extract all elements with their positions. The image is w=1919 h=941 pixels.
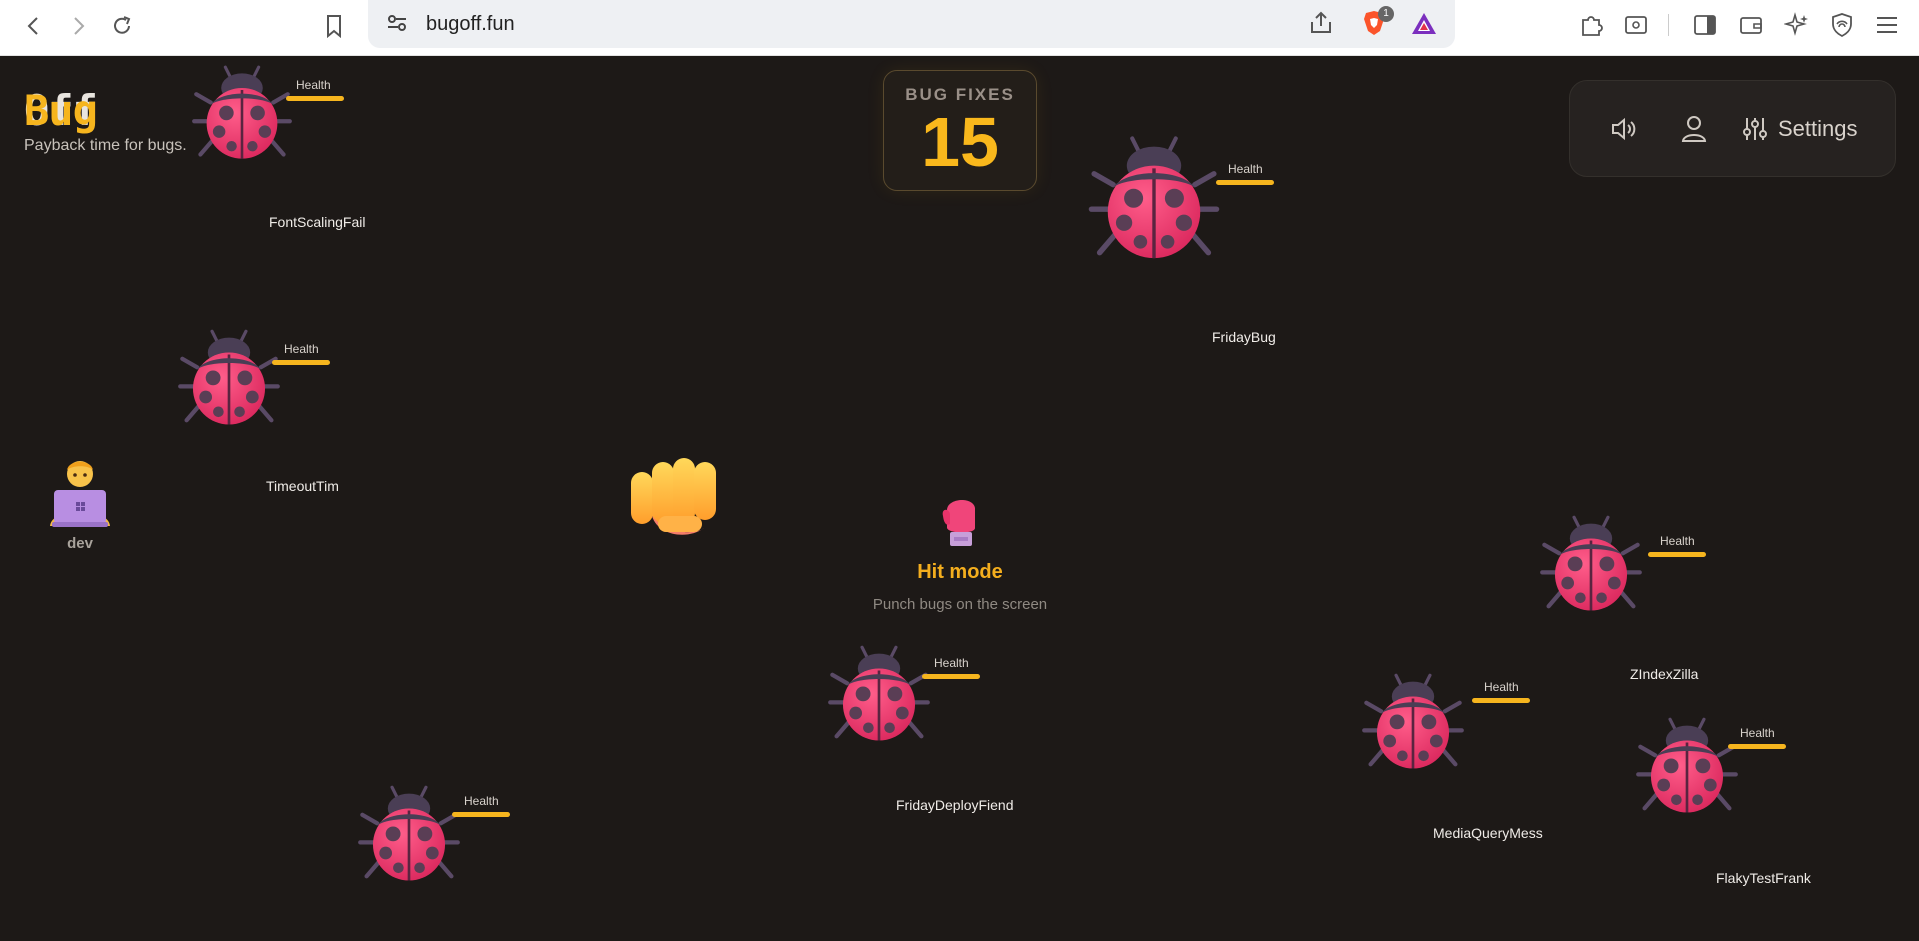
settings-label: Settings (1778, 116, 1858, 141)
health-label: Health (1660, 534, 1695, 548)
toolbar-divider (1668, 14, 1669, 36)
bookmark-button[interactable] (316, 8, 352, 44)
developer-laptop-icon (50, 461, 110, 527)
settings-button[interactable]: Settings (1742, 109, 1858, 149)
settings-panel: Settings (1569, 80, 1896, 177)
forward-button[interactable] (60, 8, 96, 44)
health-bar (1472, 698, 1530, 703)
logo: Bug Off (24, 86, 98, 135)
health-label: Health (1740, 726, 1775, 740)
mode-title: Hit mode (917, 561, 1003, 583)
sidebar-icon[interactable] (1690, 10, 1720, 40)
health-bar (1216, 180, 1274, 185)
ladybug-icon (1360, 670, 1466, 778)
health-label: Health (1484, 680, 1519, 694)
bug-name-label: FridayBug (1212, 329, 1276, 345)
ladybug-icon (1538, 512, 1644, 620)
menu-icon[interactable] (1872, 10, 1902, 40)
health-bar (286, 96, 344, 101)
ladybug-icon (1634, 714, 1740, 822)
boxing-glove-icon (942, 499, 975, 546)
health-bar (272, 360, 330, 365)
chevron-left-icon (27, 17, 38, 35)
chevron-right-icon (74, 17, 85, 35)
health-bar (1728, 744, 1786, 749)
reload-icon (114, 16, 131, 34)
reader-mode-icon[interactable] (1621, 10, 1651, 40)
user-icon (1681, 116, 1707, 142)
speaker-icon (1612, 117, 1636, 141)
extensions-icon[interactable] (1576, 10, 1606, 40)
vpn-shield-icon[interactable] (1827, 10, 1857, 40)
fist-icon (631, 458, 716, 535)
score-card: BUG FIXES 15 (883, 70, 1037, 191)
bug-mediaquerymess[interactable]: Health (1360, 670, 1530, 783)
sound-button[interactable] (1608, 109, 1638, 149)
bug-name-label: FlakyTestFrank (1716, 870, 1811, 886)
bug-name-label: MediaQueryMess (1433, 825, 1543, 841)
wallet-icon[interactable] (1736, 10, 1766, 40)
ladybug-icon (826, 642, 932, 750)
fist-cursor (628, 456, 728, 549)
score-label: BUG FIXES (905, 85, 1015, 104)
bug-fridaydeployfiend[interactable]: Health (826, 642, 980, 755)
dev-avatar: dev (40, 456, 120, 552)
bug-name-label: ZIndexZilla (1630, 666, 1699, 682)
ladybug-icon (190, 62, 294, 168)
health-label: Health (1228, 162, 1263, 176)
dev-label: dev (67, 535, 93, 552)
ladybug-icon (176, 326, 282, 434)
health-label: Health (934, 656, 969, 670)
health-label: Health (296, 78, 331, 92)
leo-ai-icon[interactable] (1782, 10, 1812, 40)
bug-fontscalingfail[interactable]: Health (190, 62, 344, 173)
bug-name-label: TimeoutTim (266, 478, 339, 494)
health-bar (452, 812, 510, 817)
url-text[interactable]: bugoff.fun (426, 13, 515, 36)
site-settings-icon[interactable] (386, 12, 408, 39)
health-bar (1648, 552, 1706, 557)
bug-timeouttim[interactable]: Health (176, 326, 330, 439)
bug-flakytestfrank[interactable]: Health (1634, 714, 1786, 827)
tagline: Payback time for bugs. (24, 137, 187, 154)
score-value: 15 (921, 103, 999, 181)
profile-button[interactable] (1680, 109, 1708, 149)
browser-toolbar: bugoff.fun 1 (0, 0, 1919, 56)
sliders-icon (1743, 118, 1767, 140)
ladybug-icon (1086, 132, 1222, 270)
bookmark-icon (327, 15, 341, 38)
health-label: Health (284, 342, 319, 356)
bug-fridaybug[interactable]: Health (1086, 132, 1274, 275)
bug-zindexzilla[interactable]: Health (1538, 512, 1706, 625)
health-bar (922, 674, 980, 679)
ladybug-icon (356, 782, 462, 890)
share-icon[interactable] (1308, 10, 1334, 41)
shield-badge: 1 (1378, 6, 1394, 22)
address-bar[interactable]: bugoff.fun 1 (368, 0, 1455, 48)
bug-name-label: FontScalingFail (269, 214, 366, 230)
bug-bottom[interactable]: Health (356, 782, 510, 895)
mode-indicator: Hit mode Punch bugs on the screen (840, 494, 1080, 613)
brave-rewards-icon[interactable] (1410, 11, 1438, 42)
brand: Bug Off Payback time for bugs. (24, 86, 187, 155)
health-label: Health (464, 794, 499, 808)
mode-description: Punch bugs on the screen (872, 596, 1048, 613)
game-area[interactable]: Bug Off Payback time for bugs. BUG FIXES … (0, 56, 1919, 941)
bug-name-label: FridayDeployFiend (896, 797, 1014, 813)
back-button[interactable] (16, 8, 52, 44)
reload-button[interactable] (104, 8, 140, 44)
